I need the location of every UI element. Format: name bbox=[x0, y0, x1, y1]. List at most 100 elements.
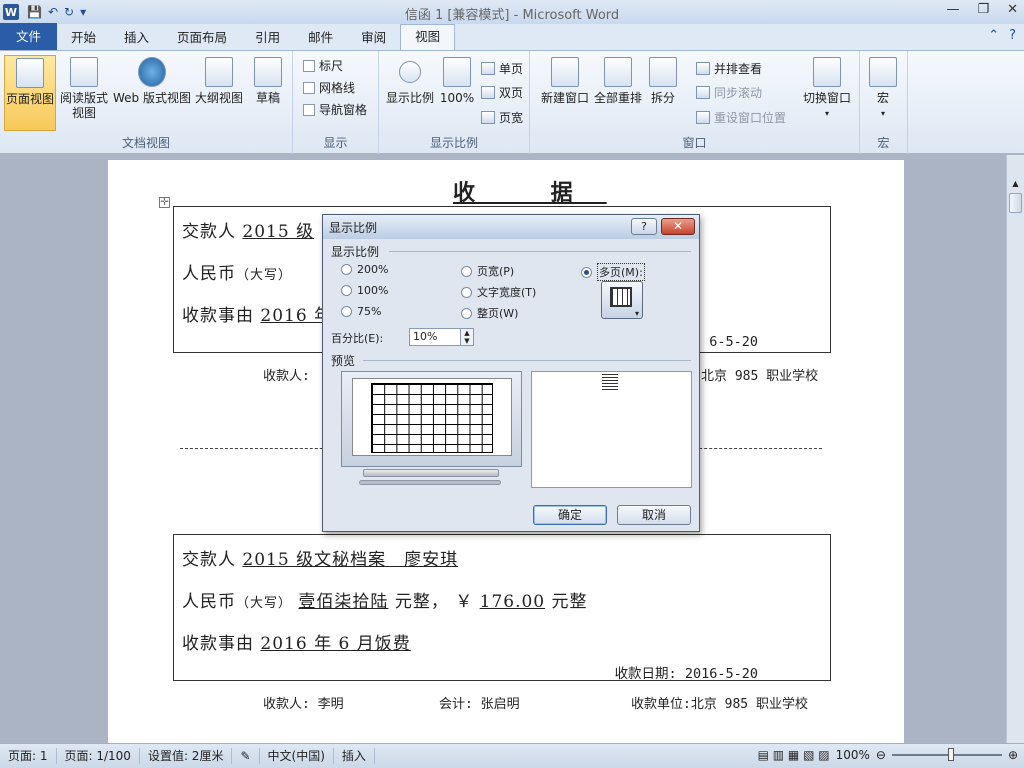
redo-icon[interactable]: ↻ bbox=[64, 5, 74, 19]
split-button[interactable]: 拆分 bbox=[642, 55, 684, 106]
table-move-handle-icon[interactable]: ✛ bbox=[159, 197, 170, 208]
one-page-button[interactable]: 单页 bbox=[481, 60, 523, 77]
save-icon[interactable]: 💾 bbox=[27, 5, 42, 19]
tab-references[interactable]: 引用 bbox=[241, 26, 294, 50]
group-zoom: 显示比例 100% 单页 双页 页宽 显示比例 bbox=[379, 51, 530, 154]
status-setting[interactable]: 设置值: 2厘米 bbox=[140, 748, 233, 764]
zoom-out-icon[interactable]: ⊖ bbox=[876, 748, 886, 762]
cancel-button[interactable]: 取消 bbox=[617, 505, 691, 525]
full-screen-reading-button[interactable]: 阅读版式 视图 bbox=[57, 55, 111, 121]
macros-button[interactable]: 宏 ▾ bbox=[860, 55, 906, 121]
radio-many-pages[interactable]: 多页(M): bbox=[581, 263, 645, 281]
draft-button[interactable]: 草稿 bbox=[242, 55, 294, 106]
monitor-stand bbox=[363, 469, 499, 477]
synchronous-scrolling-button[interactable]: 同步滚动 bbox=[696, 84, 762, 101]
proofing-icon[interactable]: ✎ bbox=[232, 748, 260, 764]
status-insert-mode[interactable]: 插入 bbox=[334, 748, 375, 764]
receipt-date: 收款日期: 2016-5-20 bbox=[614, 666, 758, 682]
percent-input[interactable]: 10% bbox=[409, 328, 461, 346]
section-divider bbox=[363, 360, 691, 361]
navigation-pane-checkbox[interactable]: 导航窗格 bbox=[303, 101, 367, 118]
view-side-by-side-button[interactable]: 并排查看 bbox=[696, 60, 762, 77]
close-window-icon[interactable]: ✕ bbox=[1007, 2, 1018, 17]
section-divider bbox=[389, 251, 691, 252]
group-show: 标尺 网格线 导航窗格 显示 bbox=[293, 51, 379, 154]
dialog-title: 显示比例 bbox=[329, 220, 378, 235]
group-label: 显示比例 bbox=[429, 136, 478, 150]
restore-icon[interactable]: ❐ bbox=[977, 2, 989, 17]
ribbon-view: 页面视图 阅读版式 视图 Web 版式视图 大纲视图 草稿 文档视图 标尺 网格… bbox=[0, 51, 1024, 154]
radio-200[interactable]: 200% bbox=[341, 263, 388, 276]
tab-view[interactable]: 视图 bbox=[400, 24, 456, 50]
view-shortcuts-icon[interactable]: ▤ ▥ ▦ ▧ ▨ bbox=[758, 748, 830, 762]
print-layout-button[interactable]: 页面视图 bbox=[4, 55, 56, 131]
gridlines-checkbox[interactable]: 网格线 bbox=[303, 79, 355, 96]
tab-insert[interactable]: 插入 bbox=[110, 26, 163, 50]
dropdown-arrow-icon: ▾ bbox=[824, 109, 829, 118]
unit-label: 北京 985 职业学校 bbox=[701, 369, 819, 384]
scrollbar-thumb[interactable] bbox=[1009, 193, 1022, 213]
ribbon-tabs: 文件 开始 插入 页面布局 引用 邮件 审阅 视图 ⌃ ? bbox=[0, 23, 1024, 51]
zoom-in-icon[interactable]: ⊕ bbox=[1008, 748, 1018, 762]
zoom-level[interactable]: 100% bbox=[836, 748, 870, 762]
web-layout-button[interactable]: Web 版式视图 bbox=[112, 55, 192, 106]
monitor-preview bbox=[339, 371, 522, 489]
new-window-button[interactable]: 新建窗口 bbox=[536, 55, 594, 106]
vertical-scrollbar[interactable]: ▲ bbox=[1006, 155, 1024, 743]
radio-page-width[interactable]: 页宽(P) bbox=[461, 263, 514, 279]
dialog-title-buttons: ? ✕ bbox=[631, 218, 695, 235]
mini-page-icon bbox=[602, 374, 618, 392]
radio-100[interactable]: 100% bbox=[341, 284, 388, 297]
group-document-views: 页面视图 阅读版式 视图 Web 版式视图 大纲视图 草稿 文档视图 bbox=[0, 51, 293, 154]
customize-qat-icon[interactable]: ▾ bbox=[80, 5, 86, 19]
word-logo-icon[interactable]: W bbox=[3, 4, 19, 20]
percent-spinner[interactable]: ▲ ▼ bbox=[461, 328, 474, 346]
tab-page-layout[interactable]: 页面布局 bbox=[163, 26, 241, 50]
outline-button[interactable]: 大纲视图 bbox=[193, 55, 245, 106]
page-width-button[interactable]: 页宽 bbox=[481, 109, 523, 126]
status-language[interactable]: 中文(中国) bbox=[260, 748, 334, 764]
zoom-slider-knob[interactable] bbox=[947, 748, 954, 761]
undo-icon[interactable]: ↶ bbox=[48, 5, 58, 19]
collapse-ribbon-icon[interactable]: ⌃ bbox=[988, 28, 999, 43]
help-icon[interactable]: ? bbox=[1009, 28, 1016, 43]
group-label: 窗口 bbox=[682, 136, 707, 150]
zoom-slider[interactable] bbox=[891, 748, 1002, 761]
radio-text-width[interactable]: 文字宽度(T) bbox=[461, 284, 536, 300]
tab-home[interactable]: 开始 bbox=[57, 26, 110, 50]
rmb-line: 人民币（大写） 壹佰柒拾陆 元整， ￥ 176.00 元整 bbox=[182, 592, 588, 612]
tab-review[interactable]: 审阅 bbox=[347, 26, 400, 50]
arrange-all-button[interactable]: 全部重排 bbox=[590, 55, 646, 106]
group-label: 文档视图 bbox=[121, 136, 170, 150]
status-pages[interactable]: 页面: 1/100 bbox=[57, 748, 140, 764]
zoom-100-button[interactable]: 100% bbox=[437, 55, 477, 106]
many-pages-picker-button[interactable]: ▾ bbox=[601, 281, 643, 319]
reason-line: 收款事由 2016 年 bbox=[182, 306, 333, 326]
status-page[interactable]: 页面: 1 bbox=[0, 748, 57, 764]
ok-button[interactable]: 确定 bbox=[533, 505, 607, 525]
monitor-icon bbox=[341, 371, 522, 467]
radio-75[interactable]: 75% bbox=[341, 305, 381, 318]
zoom-button[interactable]: 显示比例 bbox=[381, 55, 439, 106]
rmb-line: 人民币（大写） bbox=[182, 264, 293, 284]
radio-whole-page[interactable]: 整页(W) bbox=[461, 305, 518, 321]
dialog-title-bar: 显示比例 ? ✕ bbox=[323, 215, 699, 239]
minimize-icon[interactable]: — bbox=[946, 2, 959, 17]
ruler-checkbox[interactable]: 标尺 bbox=[303, 57, 343, 74]
group-label: 显示 bbox=[323, 136, 348, 150]
scroll-up-icon[interactable]: ▲ bbox=[1007, 179, 1024, 188]
tab-file[interactable]: 文件 bbox=[0, 23, 58, 50]
unit-label: 收款单位:北京 985 职业学校 bbox=[631, 697, 808, 712]
zoom-controls: ▤ ▥ ▦ ▧ ▨ 100% ⊖ ⊕ bbox=[758, 748, 1018, 762]
tab-mailings[interactable]: 邮件 bbox=[294, 26, 347, 50]
dialog-close-button[interactable]: ✕ bbox=[661, 218, 695, 235]
page-preview bbox=[531, 371, 692, 488]
page-grid-preview bbox=[371, 383, 493, 453]
dialog-help-button[interactable]: ? bbox=[631, 218, 657, 235]
group-window: 新建窗口 全部重排 拆分 并排查看 同步滚动 重设窗口位置 切换窗口 ▾ 窗口 bbox=[530, 51, 860, 154]
switch-windows-button[interactable]: 切换窗口 ▾ bbox=[798, 55, 856, 121]
two-pages-button[interactable]: 双页 bbox=[481, 84, 523, 101]
monitor-icon bbox=[610, 287, 632, 307]
zoom-dialog: 显示比例 ? ✕ 显示比例 200% 100% 75% 页宽(P) 文字宽度(T… bbox=[322, 214, 700, 532]
reset-window-position-button[interactable]: 重设窗口位置 bbox=[696, 109, 786, 126]
